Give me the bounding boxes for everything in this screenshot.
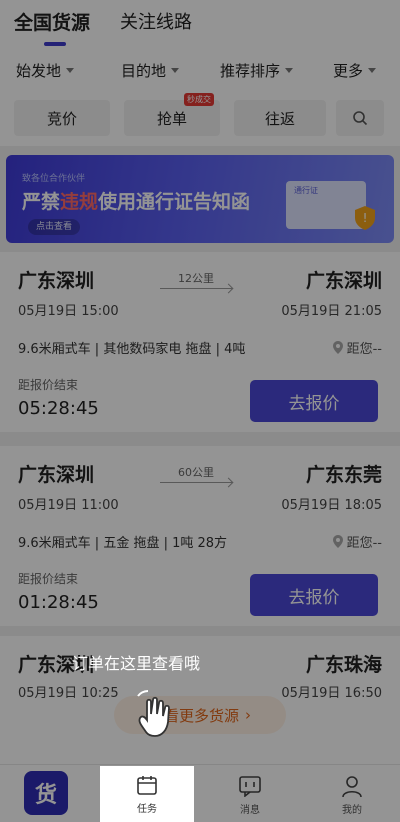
- guide-tip: 订单在这里查看哦: [72, 654, 201, 673]
- nav-tasks-highlight[interactable]: 任务: [100, 766, 194, 822]
- guide-overlay[interactable]: [0, 0, 400, 822]
- nav-tasks-highlight-label: 任务: [137, 803, 157, 815]
- pointing-hand-icon: [137, 690, 170, 737]
- calendar-icon: [137, 775, 157, 795]
